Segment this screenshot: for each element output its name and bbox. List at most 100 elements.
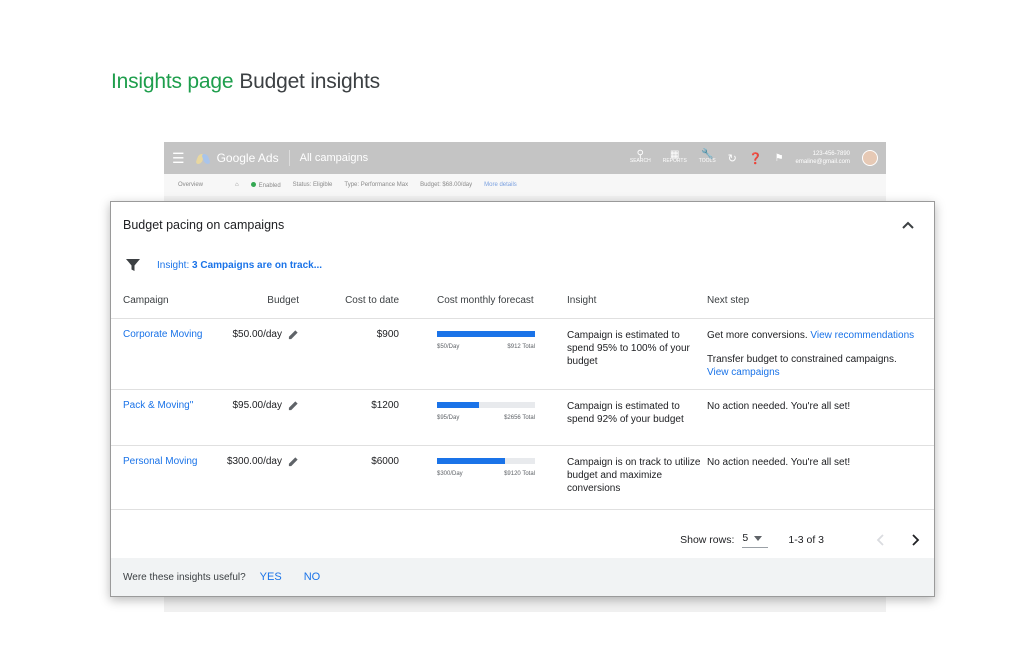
budget-pacing-card: Budget pacing on campaigns Insight: 3 Ca… bbox=[110, 201, 935, 597]
tools-tool-button[interactable]: 🔧 TOOLS bbox=[698, 149, 716, 165]
divider bbox=[288, 150, 290, 166]
insight-text: Campaign is estimated to spend 95% to 10… bbox=[567, 329, 690, 367]
forecast-bar bbox=[437, 401, 535, 408]
account-info[interactable]: 123-456-7890 emaline@gmail.com bbox=[796, 150, 850, 166]
pencil-edit-icon[interactable] bbox=[288, 329, 299, 340]
help-icon[interactable]: ❓ bbox=[749, 152, 763, 165]
next-step-text: Get more conversions. bbox=[707, 329, 811, 341]
more-details-link[interactable]: More details bbox=[484, 182, 517, 188]
refresh-icon[interactable]: ↻ bbox=[728, 152, 737, 165]
top-bar-tools: ⚲ SEARCH ▦ REPORTS 🔧 TOOLS ↻ ❓ ⚑ 123-456-78… bbox=[630, 150, 878, 166]
wrench-icon: 🔧 bbox=[701, 149, 714, 160]
forecast-total: $912 Total bbox=[507, 343, 535, 350]
budget-value: $300.00/day bbox=[226, 455, 282, 467]
rows-per-page-value: 5 bbox=[742, 532, 749, 544]
insight-filter-row: Insight: 3 Campaigns are on track... bbox=[111, 248, 934, 282]
chevron-left-icon[interactable] bbox=[874, 533, 888, 547]
account-email: emaline@gmail.com bbox=[795, 159, 850, 165]
avatar[interactable] bbox=[862, 150, 878, 166]
show-rows-label: Show rows: bbox=[680, 534, 735, 546]
notifications-bell-icon[interactable]: ⚑ bbox=[775, 153, 784, 164]
forecast-daily: $300/Day bbox=[437, 470, 463, 477]
filter-icon[interactable] bbox=[125, 257, 141, 273]
budget-value: $95.00/day bbox=[232, 399, 283, 411]
forecast-bar bbox=[437, 330, 535, 337]
view-campaigns-link[interactable]: View campaigns bbox=[707, 367, 780, 378]
card-header: Budget pacing on campaigns bbox=[111, 202, 934, 248]
campaign-link[interactable]: Personal Moving bbox=[123, 456, 197, 467]
budget-value: $50.00/day bbox=[232, 328, 283, 340]
forecast-bar-fill bbox=[437, 330, 535, 337]
home-icon[interactable]: ⌂ bbox=[235, 182, 239, 188]
forecast-bar-fill bbox=[437, 401, 480, 408]
app-logo-text: Google Ads bbox=[216, 151, 279, 165]
forecast-bar bbox=[437, 457, 535, 464]
hamburger-menu-icon[interactable]: ☰ bbox=[172, 150, 185, 167]
view-recommendations-link[interactable]: View recommendations bbox=[810, 330, 914, 341]
column-header-budget[interactable]: Budget bbox=[211, 283, 299, 319]
column-header-campaign[interactable]: Campaign bbox=[111, 283, 211, 319]
account-id: 123-456-7890 bbox=[812, 151, 850, 157]
column-header-cost[interactable]: Cost to date bbox=[299, 283, 399, 319]
forecast-bar-fill bbox=[437, 457, 505, 464]
campaign-status-bar: Overview ⌂ Enabled Status: Eligible Type… bbox=[164, 174, 886, 196]
slide-title-main: Budget insights bbox=[239, 70, 380, 93]
table-row: Corporate Moving $50.00/day $900 $50/Day… bbox=[111, 318, 934, 390]
feedback-question: Were these insights useful? bbox=[123, 571, 246, 583]
reports-icon: ▦ bbox=[670, 149, 680, 160]
budget-label: Budget: $68.00/day bbox=[420, 182, 473, 188]
insight-summary[interactable]: Insight: 3 Campaigns are on track... bbox=[157, 260, 322, 271]
table-header-row: Campaign Budget Cost to date Cost monthl… bbox=[111, 283, 934, 319]
column-header-insight[interactable]: Insight bbox=[567, 283, 707, 319]
next-step-text-2: Transfer budget to constrained campaigns… bbox=[707, 353, 897, 365]
app-top-bar: ☰ Google Ads All campaigns ⚲ SEARCH ▦ REPO… bbox=[164, 142, 886, 174]
search-tool-button[interactable]: ⚲ SEARCH bbox=[629, 149, 651, 165]
overview-label: Overview bbox=[178, 182, 204, 188]
status-label: Status: Eligible bbox=[292, 182, 333, 188]
feedback-footer: Were these insights useful? YES NO bbox=[111, 558, 934, 596]
pencil-edit-icon[interactable] bbox=[288, 456, 299, 467]
pencil-edit-icon[interactable] bbox=[288, 400, 299, 411]
no-button[interactable]: NO bbox=[304, 571, 321, 583]
tools-tool-label: TOOLS bbox=[698, 158, 716, 164]
enabled-label: Enabled bbox=[258, 182, 281, 189]
cost-to-date: $900 bbox=[376, 328, 399, 340]
campaign-table: Campaign Budget Cost to date Cost monthl… bbox=[111, 283, 934, 510]
reports-tool-button[interactable]: ▦ REPORTS bbox=[662, 149, 687, 165]
search-icon: ⚲ bbox=[636, 149, 644, 160]
next-step-text: No action needed. You're all set! bbox=[707, 400, 851, 412]
campaign-link[interactable]: Pack & Moving" bbox=[123, 400, 193, 411]
insight-text: Campaign is on track to utilize budget a… bbox=[567, 456, 701, 494]
card-title: Budget pacing on campaigns bbox=[123, 218, 285, 232]
rows-per-page-select[interactable]: 5 bbox=[742, 532, 769, 548]
enabled-status: Enabled bbox=[250, 181, 281, 189]
chevron-up-icon[interactable] bbox=[900, 217, 916, 233]
forecast-total: $9120 Total bbox=[504, 470, 535, 477]
insight-text: Campaign is estimated to spend 92% of yo… bbox=[567, 400, 684, 425]
table-pagination: Show rows: 5 1-3 of 3 bbox=[111, 522, 934, 558]
table-row: Pack & Moving" $95.00/day $1200 $95/Day $… bbox=[111, 389, 934, 446]
type-label: Type: Performance Max bbox=[344, 182, 409, 188]
chevron-right-icon[interactable] bbox=[908, 533, 922, 547]
forecast-daily: $50/Day bbox=[437, 343, 460, 350]
column-header-next-step[interactable]: Next step bbox=[707, 283, 934, 319]
breadcrumb[interactable]: All campaigns bbox=[300, 152, 368, 164]
google-ads-logo-icon bbox=[197, 152, 211, 164]
insight-prefix: Insight: bbox=[157, 259, 193, 271]
yes-button[interactable]: YES bbox=[260, 571, 282, 583]
search-tool-label: SEARCH bbox=[629, 158, 651, 164]
next-step-text: No action needed. You're all set! bbox=[707, 456, 851, 468]
status-dot-icon bbox=[250, 181, 256, 187]
column-header-forecast[interactable]: Cost monthly forecast bbox=[399, 283, 567, 319]
cost-to-date: $6000 bbox=[371, 455, 399, 467]
cost-to-date: $1200 bbox=[371, 399, 399, 411]
forecast-daily: $95/Day bbox=[437, 414, 460, 421]
slide-title: Insights page Budget insights bbox=[111, 70, 380, 94]
dropdown-arrow-icon bbox=[754, 535, 763, 541]
slide-title-accent: Insights page bbox=[111, 70, 234, 93]
campaign-link[interactable]: Corporate Moving bbox=[123, 329, 202, 340]
forecast-total: $2656 Total bbox=[504, 414, 535, 421]
table-row: Personal Moving $300.00/day $6000 $300/D… bbox=[111, 445, 934, 510]
reports-tool-label: REPORTS bbox=[662, 158, 687, 164]
insight-highlight: 3 Campaigns are on track... bbox=[192, 259, 323, 271]
